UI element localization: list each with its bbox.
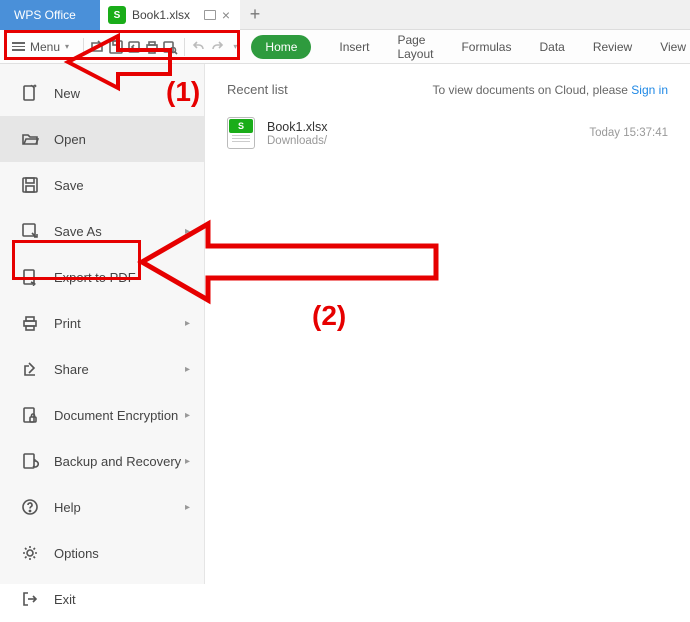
- ribbon-tab-data[interactable]: Data: [539, 40, 564, 54]
- menu-label: Menu: [30, 40, 60, 54]
- menu-item-label: Save As: [54, 224, 102, 239]
- new-tab-button[interactable]: +: [240, 0, 270, 29]
- ribbon-tab-view[interactable]: View: [660, 40, 686, 54]
- menu-item-label: Help: [54, 500, 81, 515]
- ribbon-tab-page-layout[interactable]: Page Layout: [397, 33, 433, 61]
- file-menu-sidebar: New Open Save Save As ▸ Export to PDF Pr…: [0, 64, 205, 584]
- file-timestamp: Today 15:37:41: [589, 127, 668, 139]
- menu-item-share[interactable]: Share ▸: [0, 346, 204, 392]
- body-area: New Open Save Save As ▸ Export to PDF Pr…: [0, 64, 690, 584]
- menu-item-label: Document Encryption: [54, 408, 178, 423]
- menu-item-label: Print: [54, 316, 81, 331]
- ribbon-tab-formulas[interactable]: Formulas: [461, 40, 511, 54]
- open-folder-icon: [20, 129, 40, 149]
- help-icon: [20, 497, 40, 517]
- menu-item-new[interactable]: New: [0, 70, 204, 116]
- menu-item-save-as[interactable]: Save As ▸: [0, 208, 204, 254]
- plus-icon: +: [250, 4, 261, 25]
- menu-item-label: New: [54, 86, 80, 101]
- app-name-label: WPS Office: [14, 8, 76, 22]
- spreadsheet-icon: S: [108, 6, 126, 24]
- menu-item-backup[interactable]: Backup and Recovery ▸: [0, 438, 204, 484]
- content-header: Recent list To view documents on Cloud, …: [227, 82, 668, 97]
- file-path: Downloads/: [267, 135, 577, 147]
- spreadsheet-file-icon: S: [227, 117, 255, 149]
- print-icon: [20, 313, 40, 333]
- redo-icon[interactable]: [209, 36, 225, 58]
- chevron-right-icon: ▸: [185, 318, 190, 329]
- qat-preview-icon[interactable]: [162, 36, 178, 58]
- menu-button[interactable]: Menu ▾: [4, 36, 77, 58]
- chevron-right-icon: ▸: [185, 226, 190, 237]
- file-name: Book1.xlsx: [267, 120, 577, 134]
- share-icon: [20, 359, 40, 379]
- new-icon: [20, 83, 40, 103]
- menu-item-label: Backup and Recovery: [54, 454, 181, 469]
- qat-save-icon[interactable]: [108, 36, 124, 58]
- separator: [83, 38, 84, 56]
- gear-icon: [20, 543, 40, 563]
- menu-item-options[interactable]: Options: [0, 530, 204, 576]
- menu-item-help[interactable]: Help ▸: [0, 484, 204, 530]
- file-info: Book1.xlsx Downloads/: [267, 120, 577, 147]
- ribbon-tabs: Home Insert Page Layout Formulas Data Re…: [251, 33, 686, 61]
- qat-open-icon[interactable]: [90, 36, 106, 58]
- tab-close-icon[interactable]: ×: [222, 8, 230, 22]
- menu-item-label: Exit: [54, 592, 76, 607]
- chevron-right-icon: ▸: [185, 410, 190, 421]
- export-pdf-icon: [20, 267, 40, 287]
- sign-in-link[interactable]: Sign in: [631, 83, 668, 97]
- undo-icon[interactable]: [191, 36, 207, 58]
- menu-item-exit[interactable]: Exit: [0, 576, 204, 622]
- menu-item-open[interactable]: Open: [0, 116, 204, 162]
- menu-item-encryption[interactable]: Document Encryption ▸: [0, 392, 204, 438]
- menu-item-save[interactable]: Save: [0, 162, 204, 208]
- menu-item-label: Share: [54, 362, 89, 377]
- menu-item-label: Export to PDF: [54, 270, 136, 285]
- lock-document-icon: [20, 405, 40, 425]
- chevron-right-icon: ▸: [185, 502, 190, 513]
- menu-item-print[interactable]: Print ▸: [0, 300, 204, 346]
- menu-item-label: Open: [54, 132, 86, 147]
- recent-file-row[interactable]: S Book1.xlsx Downloads/ Today 15:37:41: [227, 111, 668, 155]
- chevron-right-icon: ▸: [185, 456, 190, 467]
- recent-list-label: Recent list: [227, 82, 288, 97]
- chevron-down-icon: ▾: [65, 42, 69, 51]
- titlebar: WPS Office S Book1.xlsx × +: [0, 0, 690, 30]
- menu-item-export-pdf[interactable]: Export to PDF: [0, 254, 204, 300]
- menu-item-label: Save: [54, 178, 84, 193]
- tab-title: Book1.xlsx: [132, 8, 198, 22]
- chevron-right-icon: ▸: [185, 364, 190, 375]
- ribbon-tab-home[interactable]: Home: [251, 35, 311, 59]
- window-restore-icon[interactable]: [204, 10, 216, 20]
- separator: [184, 38, 185, 56]
- document-tab[interactable]: S Book1.xlsx ×: [100, 0, 240, 30]
- qat-more-icon[interactable]: ▾: [233, 42, 237, 51]
- exit-icon: [20, 589, 40, 609]
- ribbon-tab-insert[interactable]: Insert: [339, 40, 369, 54]
- qat-print-preview-icon[interactable]: [126, 36, 142, 58]
- qat-print-icon[interactable]: [144, 36, 160, 58]
- hamburger-icon: [12, 42, 25, 51]
- backup-icon: [20, 451, 40, 471]
- content-pane: Recent list To view documents on Cloud, …: [205, 64, 690, 584]
- menu-item-label: Options: [54, 546, 99, 561]
- ribbon-tab-review[interactable]: Review: [593, 40, 632, 54]
- save-icon: [20, 175, 40, 195]
- save-as-icon: [20, 221, 40, 241]
- app-brand: WPS Office: [0, 0, 100, 30]
- cloud-prompt: To view documents on Cloud, please Sign …: [433, 83, 668, 97]
- toolbar: Menu ▾ ▾ Home Insert Page Layout Formula…: [0, 30, 690, 64]
